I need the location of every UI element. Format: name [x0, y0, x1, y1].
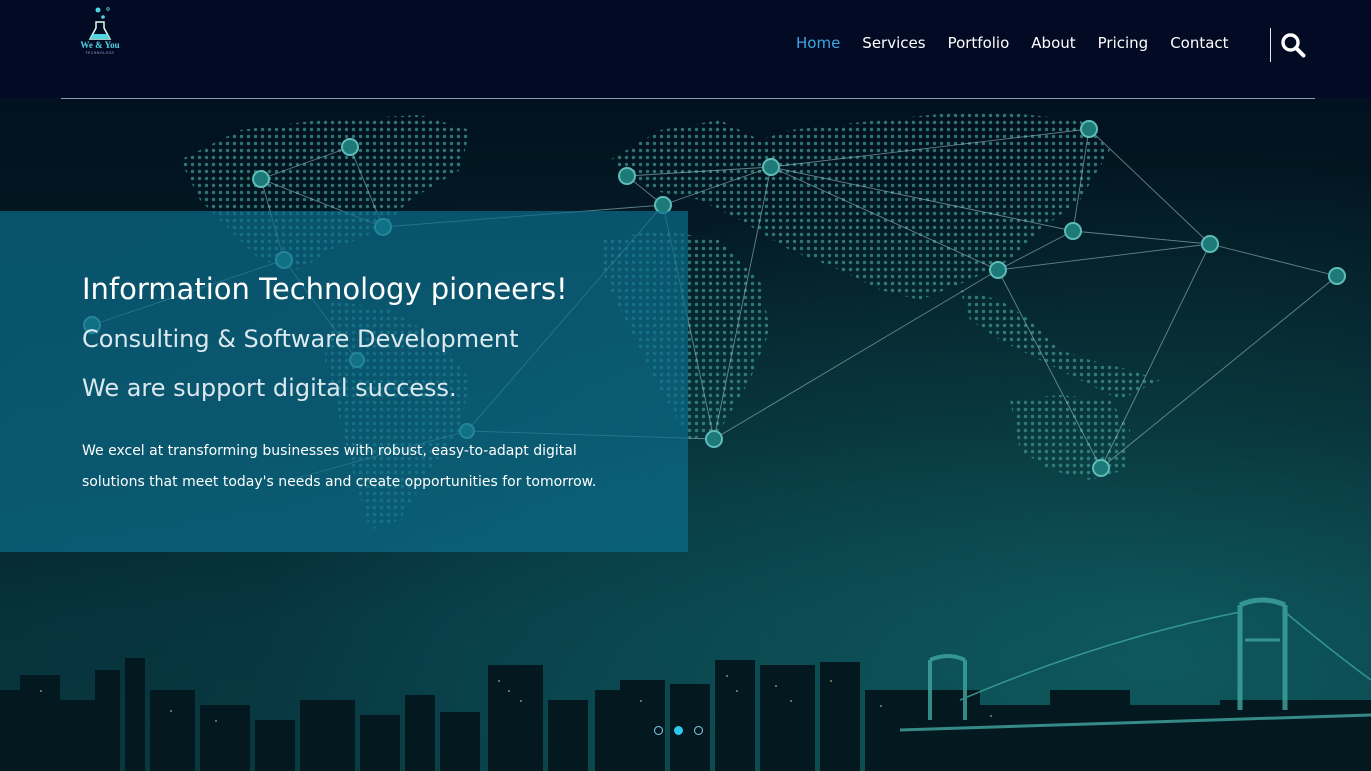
- slider-dot-2[interactable]: [674, 726, 683, 735]
- nav-item-pricing[interactable]: Pricing: [1098, 34, 1149, 56]
- city-skyline: [0, 658, 1371, 771]
- hero-title: Information Technology pioneers!: [82, 272, 568, 306]
- nav-divider: [1270, 28, 1271, 62]
- nav-item-home[interactable]: Home: [796, 34, 840, 56]
- logo-name: We & You: [80, 40, 120, 50]
- site-header: We & You TECHNOLOGY Home Services Portfo…: [0, 0, 1371, 98]
- slider-pagination: [654, 726, 714, 735]
- search-icon[interactable]: [1280, 32, 1306, 58]
- hero-tagline: We are support digital success.: [82, 374, 457, 402]
- header-divider: [61, 98, 1315, 99]
- page: We & You TECHNOLOGY Home Services Portfo…: [0, 0, 1371, 771]
- main-navigation: Home Services Portfolio About Pricing Co…: [796, 34, 1251, 56]
- nav-item-contact[interactable]: Contact: [1170, 34, 1228, 56]
- hero-subtitle: Consulting & Software Development: [82, 325, 519, 353]
- slider-dot-1[interactable]: [654, 726, 663, 735]
- nav-item-portfolio[interactable]: Portfolio: [948, 34, 1010, 56]
- nav-item-services[interactable]: Services: [862, 34, 925, 56]
- hero-description: We excel at transforming businesses with…: [82, 443, 597, 490]
- logo-tagline: TECHNOLOGY: [85, 51, 115, 55]
- nav-item-about[interactable]: About: [1031, 34, 1075, 56]
- slider-dot-3[interactable]: [694, 726, 703, 735]
